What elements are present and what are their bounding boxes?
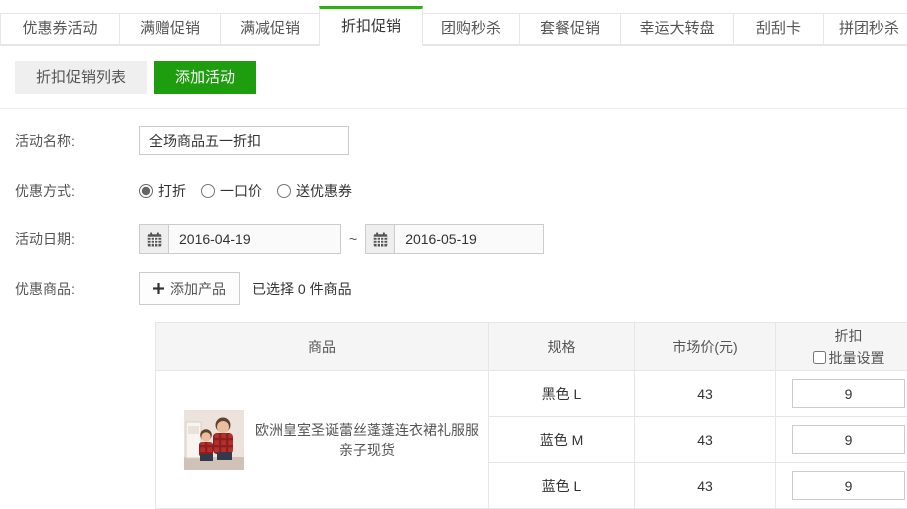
subnav: 折扣促销列表 添加活动 bbox=[0, 46, 907, 109]
radio-songyouhuiquan-label: 送优惠券 bbox=[296, 181, 352, 201]
batch-set-checkbox[interactable] bbox=[813, 351, 826, 364]
header-product: 商品 bbox=[156, 323, 489, 371]
market-price-cell: 43 bbox=[635, 371, 776, 417]
radio-songyouhuiquan[interactable] bbox=[277, 184, 291, 198]
activity-date-row: 活动日期: 2016-04-19 ~ bbox=[15, 224, 907, 254]
start-date-picker[interactable]: 2016-04-19 bbox=[139, 224, 341, 254]
activity-date-label: 活动日期: bbox=[15, 229, 139, 249]
discount-method-label: 优惠方式: bbox=[15, 181, 139, 201]
spec-cell: 黑色 L bbox=[489, 371, 635, 417]
tab-discount-promo[interactable]: 折扣促销 bbox=[319, 6, 423, 46]
radio-dazhe[interactable] bbox=[139, 184, 153, 198]
add-activity-form: 活动名称: 优惠方式: 打折 一口价 送优惠券 活动日期: bbox=[0, 126, 907, 509]
batch-set-label: 批量设置 bbox=[829, 348, 885, 368]
table-header-row: 商品 规格 市场价(元) 折扣 批量设置 bbox=[156, 323, 907, 371]
end-date-picker[interactable]: 2016-05-19 bbox=[365, 224, 544, 254]
add-activity-button[interactable]: 添加活动 bbox=[154, 61, 256, 94]
start-date-value[interactable]: 2016-04-19 bbox=[169, 231, 261, 247]
header-discount-title: 折扣 bbox=[776, 326, 907, 346]
tab-scratch-card[interactable]: 刮刮卡 bbox=[733, 13, 824, 45]
tab-full-reduction-promo[interactable]: 满减促销 bbox=[220, 13, 320, 45]
market-price-cell: 43 bbox=[635, 417, 776, 463]
radio-yikoujia-label: 一口价 bbox=[220, 181, 262, 201]
product-title: 欧洲皇室圣诞蕾丝蓬蓬连衣裙礼服服 亲子现货 bbox=[254, 420, 480, 460]
radio-yikoujia[interactable] bbox=[201, 184, 215, 198]
tab-package-promo[interactable]: 套餐促销 bbox=[519, 13, 621, 45]
discount-products-row: 优惠商品: 添加产品 已选择 0 件商品 bbox=[15, 272, 907, 305]
calendar-icon[interactable] bbox=[140, 225, 169, 253]
spec-cell: 蓝色 M bbox=[489, 417, 635, 463]
tab-group-seckill[interactable]: 团购秒杀 bbox=[422, 13, 520, 45]
discount-cell bbox=[776, 463, 907, 509]
product-cell: 欧洲皇室圣诞蕾丝蓬蓬连衣裙礼服服 亲子现货 bbox=[156, 371, 489, 509]
date-range-separator: ~ bbox=[349, 231, 357, 247]
header-spec: 规格 bbox=[489, 323, 635, 371]
discount-products-table: 商品 规格 市场价(元) 折扣 批量设置 bbox=[155, 322, 907, 509]
discount-input[interactable] bbox=[792, 379, 905, 408]
activity-name-row: 活动名称: bbox=[15, 126, 907, 155]
discount-cell bbox=[776, 371, 907, 417]
tab-full-gift-promo[interactable]: 满赠促销 bbox=[119, 13, 221, 45]
table-row: 欧洲皇室圣诞蕾丝蓬蓬连衣裙礼服服 亲子现货 黑色 L 43 bbox=[156, 371, 907, 417]
spec-cell: 蓝色 L bbox=[489, 463, 635, 509]
plus-icon bbox=[153, 281, 164, 297]
discount-input[interactable] bbox=[792, 471, 905, 500]
activity-name-input[interactable] bbox=[139, 126, 349, 155]
radio-dazhe-label: 打折 bbox=[158, 181, 186, 201]
radio-option-dazhe[interactable]: 打折 bbox=[139, 181, 186, 201]
tab-pintuan-seckill[interactable]: 拼团秒杀 bbox=[823, 13, 907, 45]
product-image bbox=[184, 410, 244, 470]
tab-coupon-activity[interactable]: 优惠券活动 bbox=[0, 13, 120, 45]
market-price-cell: 43 bbox=[635, 463, 776, 509]
calendar-icon[interactable] bbox=[366, 225, 395, 253]
discount-promo-list-button[interactable]: 折扣促销列表 bbox=[15, 61, 147, 94]
discount-method-row: 优惠方式: 打折 一口价 送优惠券 bbox=[15, 181, 907, 201]
add-product-button[interactable]: 添加产品 bbox=[139, 272, 240, 305]
discount-products-label: 优惠商品: bbox=[15, 279, 139, 299]
radio-option-yikoujia[interactable]: 一口价 bbox=[201, 181, 262, 201]
add-product-label: 添加产品 bbox=[170, 279, 226, 299]
discount-input[interactable] bbox=[792, 425, 905, 454]
discount-method-options: 打折 一口价 送优惠券 bbox=[139, 181, 352, 201]
header-market-price: 市场价(元) bbox=[635, 323, 776, 371]
header-discount: 折扣 批量设置 bbox=[776, 323, 907, 371]
activity-name-label: 活动名称: bbox=[15, 131, 139, 151]
end-date-value[interactable]: 2016-05-19 bbox=[395, 231, 487, 247]
discount-cell bbox=[776, 417, 907, 463]
tab-lucky-wheel[interactable]: 幸运大转盘 bbox=[620, 13, 734, 45]
radio-option-songyouhuiquan[interactable]: 送优惠券 bbox=[277, 181, 352, 201]
selected-count-text: 已选择 0 件商品 bbox=[252, 279, 352, 299]
promotion-tabbar: 优惠券活动 满赠促销 满减促销 折扣促销 团购秒杀 套餐促销 幸运大转盘 刮刮卡… bbox=[0, 0, 907, 46]
